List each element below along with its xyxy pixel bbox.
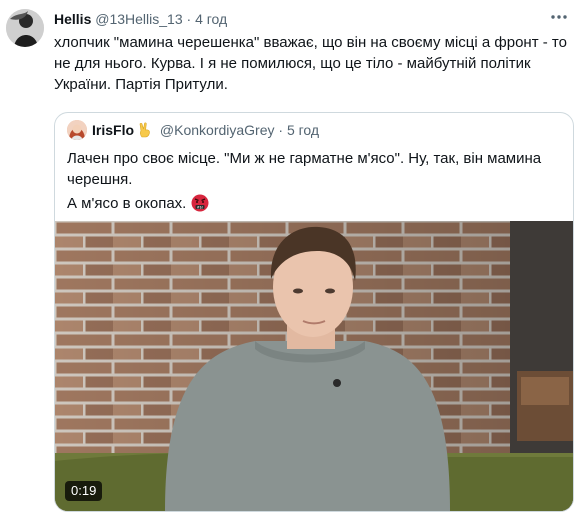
angry-cursing-face-emoji-icon: #$! [191,194,209,212]
tweet-text-line: хлопчик "мамина черешенка" вважає, що ві… [54,34,567,51]
tweet-header: Hellis @13Hellis_13 · 4 год [54,10,227,28]
quoted-meta-separator: · [274,122,287,138]
quoted-tweet-text: Лачен про своє місце. "Ми ж не гарматне … [67,148,557,214]
quoted-author-handle[interactable]: @KonkordiyaGrey [160,122,275,138]
more-icon[interactable] [548,8,570,26]
tweet-text-line: не для нього. Курва. І я не помилюся, що… [54,55,531,72]
quoted-text-line: Лачен про своє місце. "Ми ж не гарматне … [67,150,542,167]
video-player[interactable]: 0:19 [55,221,573,511]
tweet[interactable]: Hellis @13Hellis_13 · 4 год хлопчик "мам… [0,0,588,518]
quoted-tweet[interactable]: IrisFlo @KonkordiyaGrey · 5 год Лачен пр… [54,112,574,512]
tweet-text: хлопчик "мамина черешенка" вважає, що ві… [54,32,574,95]
tweet-text-line: України. Партія Притули. [54,76,228,93]
quoted-tweet-time[interactable]: 5 год [287,122,319,138]
quoted-text-line: А м'ясо в окопах. [67,195,187,212]
author-avatar[interactable] [6,9,44,47]
meta-separator: · [182,11,196,27]
quoted-text-last-line: А м'ясо в окопах. #$! [67,193,557,214]
quoted-text-line: черешня. [67,171,133,188]
author-handle[interactable]: @13Hellis_13 [95,11,182,27]
tweet-time[interactable]: 4 год [195,11,227,27]
quoted-author-avatar[interactable] [67,120,87,140]
victory-hand-emoji-icon [137,122,153,138]
quoted-tweet-header: IrisFlo @KonkordiyaGrey · 5 год [67,120,319,140]
video-frame [55,221,573,511]
svg-text:#$!: #$! [197,205,204,209]
author-name[interactable]: Hellis [54,11,91,27]
video-duration: 0:19 [65,481,103,501]
quoted-author-name[interactable]: IrisFlo [92,122,134,138]
